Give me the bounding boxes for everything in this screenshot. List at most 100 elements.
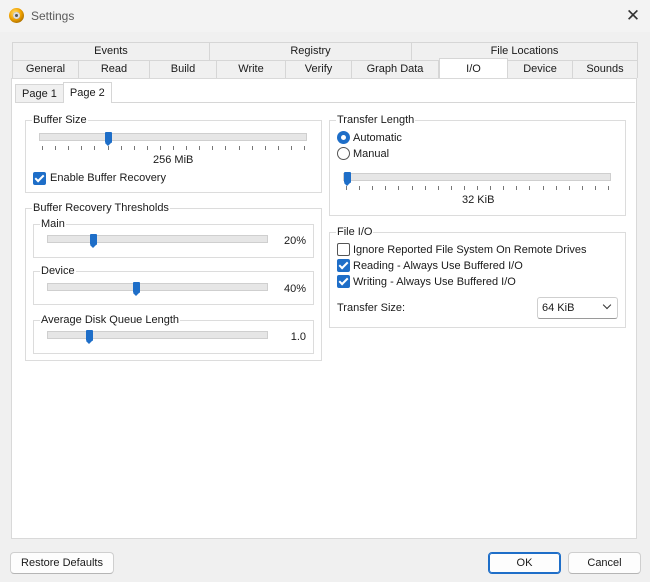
transfer-length-ticks	[0, 186, 650, 190]
ignore-remote-fs-label[interactable]: Ignore Reported File System On Remote Dr…	[353, 244, 587, 256]
tab-write[interactable]: Write	[217, 60, 286, 78]
slider-tick	[264, 146, 266, 150]
enable-buffer-recovery-checkbox[interactable]	[33, 172, 46, 185]
tab-row-back: Events Registry File Locations	[12, 42, 638, 60]
transfer-length-value: 32 KiB	[462, 194, 495, 206]
tab-build[interactable]: Build	[150, 60, 217, 78]
slider-tick	[346, 186, 347, 190]
transfer-size-label: Transfer Size:	[337, 302, 406, 314]
enable-buffer-recovery-label[interactable]: Enable Buffer Recovery	[50, 172, 166, 184]
slider-tick	[238, 146, 240, 150]
slider-tick	[186, 146, 188, 150]
slider-tick	[516, 186, 518, 190]
buffer-size-slider-track[interactable]	[39, 133, 307, 141]
automatic-radio[interactable]	[337, 131, 350, 144]
app-disc-icon	[9, 8, 24, 23]
transfer-size-value: 64 KiB	[542, 302, 575, 314]
slider-tick	[411, 186, 413, 190]
tab-device[interactable]: Device	[508, 60, 573, 78]
slider-tick	[199, 146, 201, 150]
ignore-remote-fs-checkbox[interactable]	[337, 243, 350, 256]
writing-buffered-checkbox[interactable]	[337, 275, 350, 288]
main-threshold-value: 20%	[283, 235, 306, 247]
file-io-legend: File I/O	[336, 225, 374, 239]
slider-tick	[529, 186, 531, 190]
manual-label[interactable]: Manual	[353, 148, 389, 160]
subtab-page-1[interactable]: Page 1	[15, 84, 64, 103]
slider-tick	[385, 186, 387, 190]
slider-tick	[372, 186, 374, 190]
slider-tick	[568, 186, 570, 190]
slider-tick	[304, 146, 305, 150]
chevron-down-icon	[602, 300, 612, 310]
subtab-page-2[interactable]: Page 2	[62, 82, 112, 103]
reading-buffered-checkbox[interactable]	[337, 259, 350, 272]
disk-queue-slider-thumb[interactable]	[86, 330, 94, 344]
writing-buffered-label[interactable]: Writing - Always Use Buffered I/O	[353, 276, 516, 288]
slider-tick	[581, 186, 583, 190]
transfer-length-slider-thumb[interactable]	[344, 172, 351, 186]
tab-verify[interactable]: Verify	[286, 60, 352, 78]
automatic-label[interactable]: Automatic	[353, 132, 402, 144]
buffer-recovery-thresholds-legend: Buffer Recovery Thresholds	[32, 201, 170, 215]
slider-tick	[608, 186, 609, 190]
device-threshold-value: 40%	[283, 283, 306, 295]
slider-tick	[290, 146, 292, 150]
slider-tick	[251, 146, 253, 150]
tab-row-front: General Read Build Write Verify Graph Da…	[12, 58, 638, 78]
tab-read[interactable]: Read	[79, 60, 150, 78]
slider-tick	[477, 186, 478, 190]
title-bar: Settings ✕	[0, 0, 650, 32]
slider-tick	[120, 146, 122, 150]
slider-tick	[542, 186, 544, 190]
tab-registry[interactable]: Registry	[210, 42, 412, 60]
reading-buffered-label[interactable]: Reading - Always Use Buffered I/O	[353, 260, 523, 272]
tab-events[interactable]: Events	[12, 42, 210, 60]
slider-tick	[463, 186, 465, 190]
tab-general[interactable]: General	[12, 60, 79, 78]
main-threshold-slider-track[interactable]	[47, 235, 268, 243]
close-icon[interactable]: ✕	[622, 5, 644, 27]
slider-tick	[173, 146, 174, 150]
disk-queue-value: 1.0	[290, 331, 306, 343]
subtab-bar: Page 1 Page 2	[15, 82, 112, 103]
slider-tick	[107, 146, 109, 150]
slider-tick	[555, 186, 557, 190]
restore-defaults-button[interactable]: Restore Defaults	[10, 552, 114, 574]
transfer-size-select[interactable]: 64 KiB	[537, 297, 618, 319]
slider-tick	[159, 146, 161, 150]
slider-tick	[424, 186, 426, 190]
disk-queue-slider-track[interactable]	[47, 331, 268, 339]
slider-tick	[42, 146, 43, 150]
tab-io[interactable]: I/O	[439, 58, 508, 78]
slider-tick	[277, 146, 279, 150]
slider-tick	[490, 186, 492, 190]
tab-graph-data[interactable]: Graph Data	[352, 60, 439, 78]
slider-tick	[146, 146, 148, 150]
slider-tick	[437, 186, 439, 190]
manual-radio[interactable]	[337, 147, 350, 160]
buffer-size-legend: Buffer Size	[32, 113, 88, 127]
ok-button[interactable]: OK	[488, 552, 561, 574]
transfer-length-slider-track[interactable]	[343, 173, 611, 181]
slider-tick	[212, 146, 214, 150]
buffer-size-value: 256 MiB	[153, 154, 194, 166]
device-threshold-slider-track[interactable]	[47, 283, 268, 291]
slider-tick	[81, 146, 83, 150]
slider-tick	[225, 146, 227, 150]
slider-tick	[594, 186, 596, 190]
slider-tick	[133, 146, 135, 150]
transfer-length-legend: Transfer Length	[336, 113, 416, 127]
window-title: Settings	[31, 9, 75, 23]
slider-tick	[68, 146, 70, 150]
cancel-button[interactable]: Cancel	[568, 552, 641, 574]
tab-sounds[interactable]: Sounds	[573, 60, 638, 78]
disk-queue-legend: Average Disk Queue Length	[40, 313, 180, 327]
buffer-size-slider-thumb[interactable]	[104, 132, 112, 146]
slider-tick	[450, 186, 452, 190]
device-threshold-slider-thumb[interactable]	[132, 282, 140, 296]
slider-tick	[94, 146, 96, 150]
slider-tick	[503, 186, 505, 190]
main-threshold-slider-thumb[interactable]	[90, 234, 98, 248]
device-threshold-legend: Device	[40, 264, 76, 278]
